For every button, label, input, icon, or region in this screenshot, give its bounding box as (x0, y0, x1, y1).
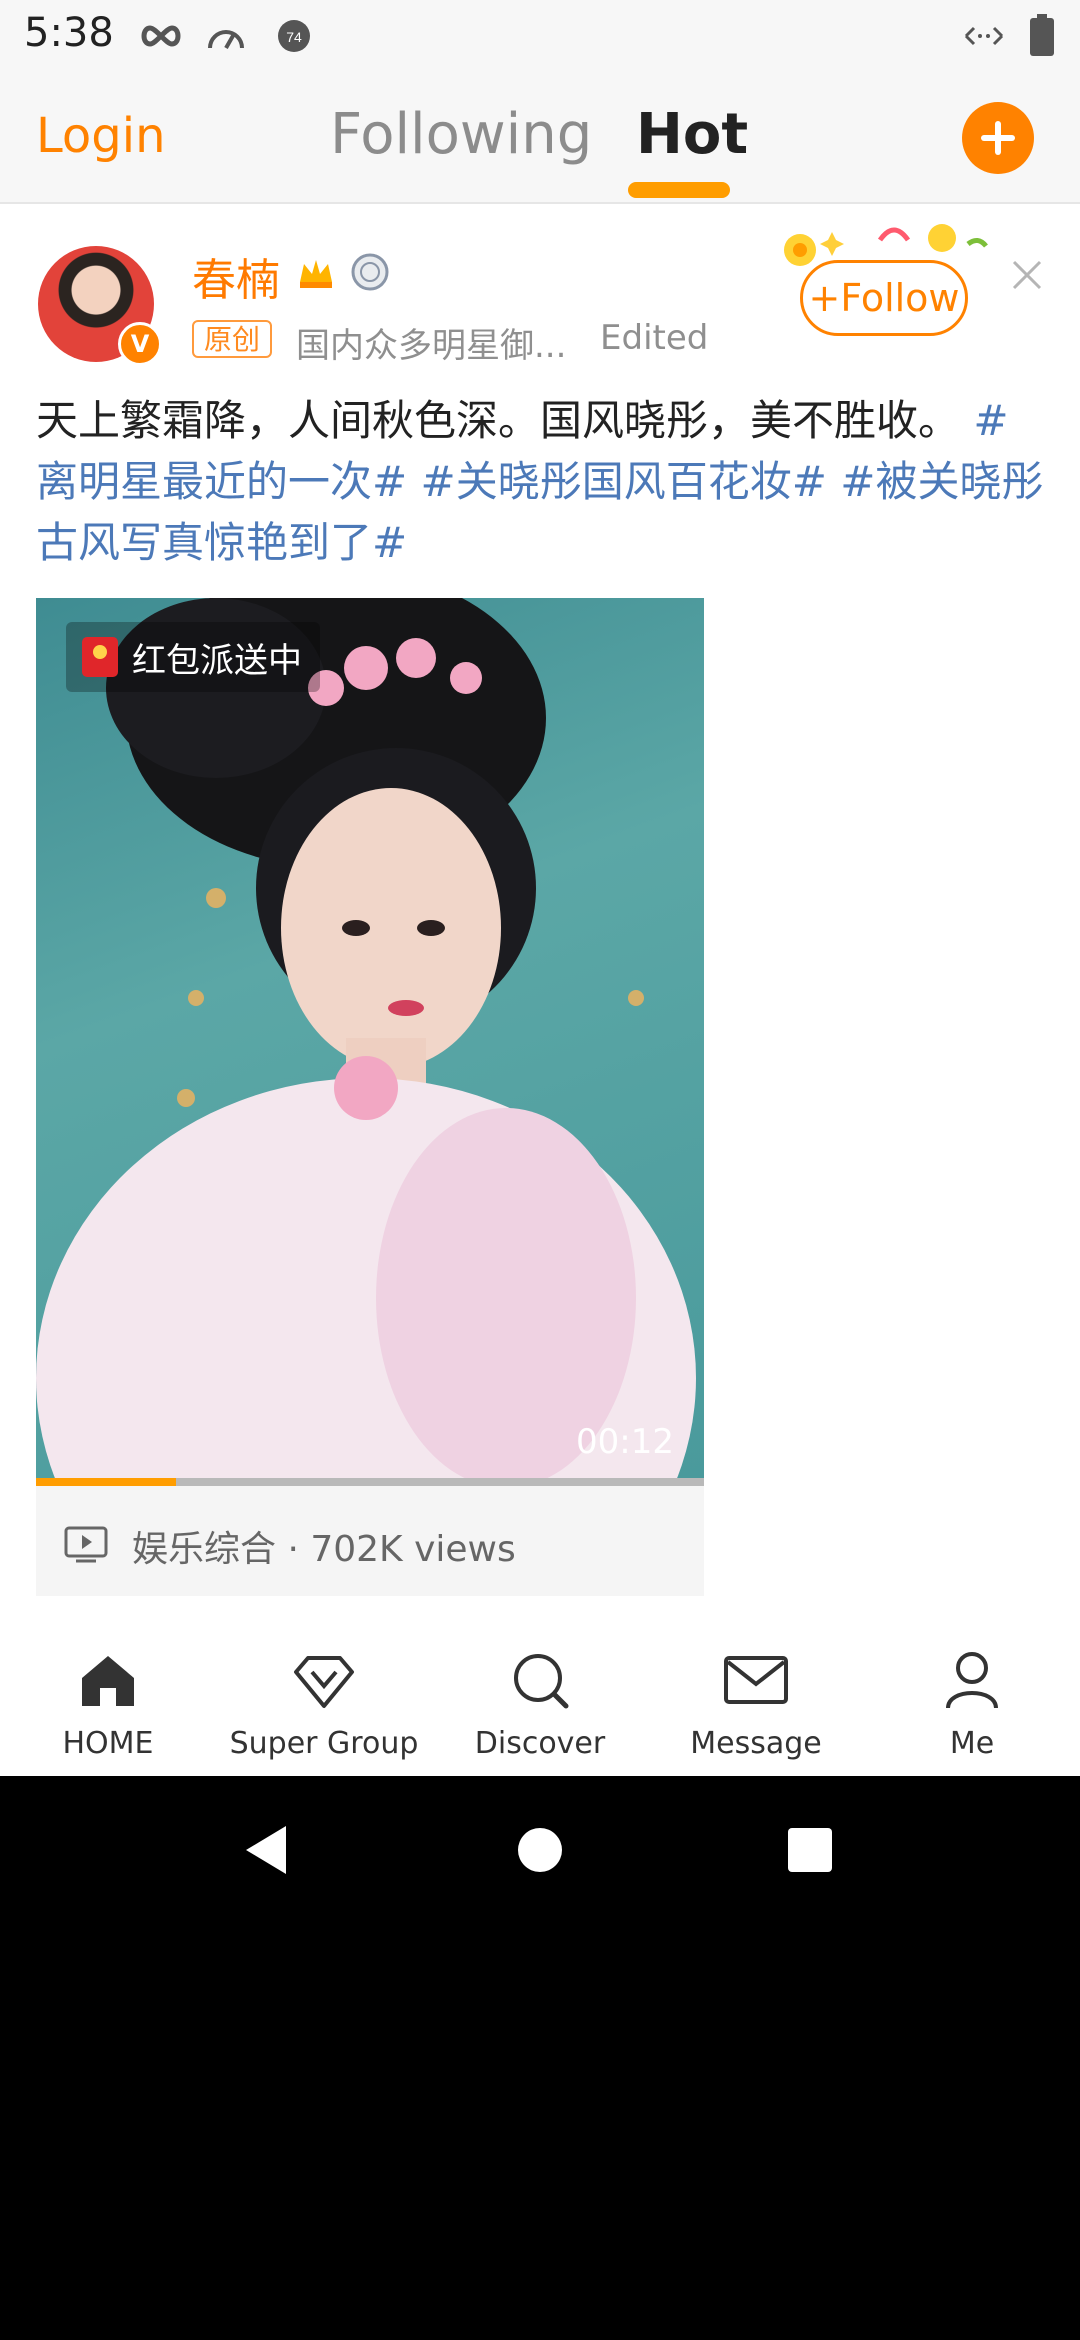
diamond-icon (294, 1656, 354, 1708)
video-progress-bar[interactable] (36, 1478, 704, 1486)
post-body: 天上繁霜降，人间秋色深。国风晓彤，美不胜收。 (36, 396, 961, 445)
active-tab-indicator (628, 182, 730, 198)
nav-me-label: Me (949, 1726, 995, 1761)
edited-label: Edited (600, 318, 709, 358)
nav-super-group-label: Super Group (229, 1726, 419, 1761)
nav-super-group[interactable]: Super Group (216, 1620, 432, 1776)
nav-discover[interactable]: Discover (432, 1620, 648, 1776)
video-meta: 娱乐综合 · 702K views (132, 1529, 516, 1570)
red-packet-icon (82, 637, 118, 677)
post-source: 国内众多明星御... (296, 326, 567, 366)
close-icon[interactable] (1010, 258, 1044, 292)
nav-discover-label: Discover (474, 1726, 606, 1761)
system-navigation-bar (0, 1776, 1080, 2340)
speedometer-icon (208, 30, 244, 49)
crown-icon (300, 260, 332, 288)
top-header: Login Following Hot (0, 72, 1080, 204)
svg-text:74: 74 (286, 29, 302, 45)
infinity-icon (141, 25, 181, 47)
red-packet-label: 红包派送中 (132, 640, 302, 681)
video-progress-fill (36, 1478, 177, 1486)
video-info-bar[interactable]: 娱乐综合 · 702K views (36, 1486, 704, 1596)
app-screen: 5:38 74 Login Following Hot V 春楠 原创 国内众多… (0, 0, 1080, 1776)
tab-hot[interactable]: Hot (636, 102, 748, 167)
nav-home[interactable]: HOME (0, 1620, 216, 1776)
home-circle-icon[interactable] (516, 1826, 564, 1874)
username[interactable]: 春楠 (192, 244, 280, 308)
verified-badge-icon: V (118, 322, 162, 366)
bottom-nav: HOME Super Group Discover Message Me (0, 1620, 1080, 1776)
home-icon (82, 1656, 134, 1706)
follow-label: Follow (840, 276, 960, 320)
compose-button[interactable] (962, 102, 1034, 174)
medal-icon (351, 253, 389, 291)
envelope-icon (724, 1656, 788, 1704)
nav-message-label: Message (690, 1726, 822, 1761)
original-tag: 原创 (192, 320, 273, 358)
status-bar: 5:38 74 (0, 0, 1080, 72)
nav-message[interactable]: Message (648, 1620, 864, 1776)
nav-home-label: HOME (62, 1726, 154, 1761)
notification-74-icon: 74 (278, 20, 310, 52)
status-time: 5:38 (24, 10, 114, 56)
battery-icon (1030, 14, 1054, 56)
back-icon[interactable] (242, 1824, 290, 1876)
video-duration: 00:12 (576, 1422, 674, 1462)
recents-icon[interactable] (786, 1826, 834, 1874)
login-link[interactable]: Login (36, 108, 166, 164)
video-thumbnail (36, 598, 696, 1486)
red-packet-badge[interactable]: 红包派送中 (66, 622, 320, 692)
search-icon (514, 1654, 569, 1709)
tab-following[interactable]: Following (330, 102, 592, 167)
person-icon (946, 1652, 998, 1709)
data-arrows-icon (964, 26, 1004, 46)
video-player[interactable]: 红包派送中 00:12 (36, 598, 704, 1486)
video-icon (64, 1526, 108, 1563)
post-text: 天上繁霜降，人间秋色深。国风晓彤，美不胜收。 #离明星最近的一次# #关晓彤国风… (36, 390, 1046, 573)
plus-icon (981, 121, 1015, 155)
nav-me[interactable]: Me (864, 1620, 1080, 1776)
follow-button[interactable]: +Follow (800, 260, 968, 336)
